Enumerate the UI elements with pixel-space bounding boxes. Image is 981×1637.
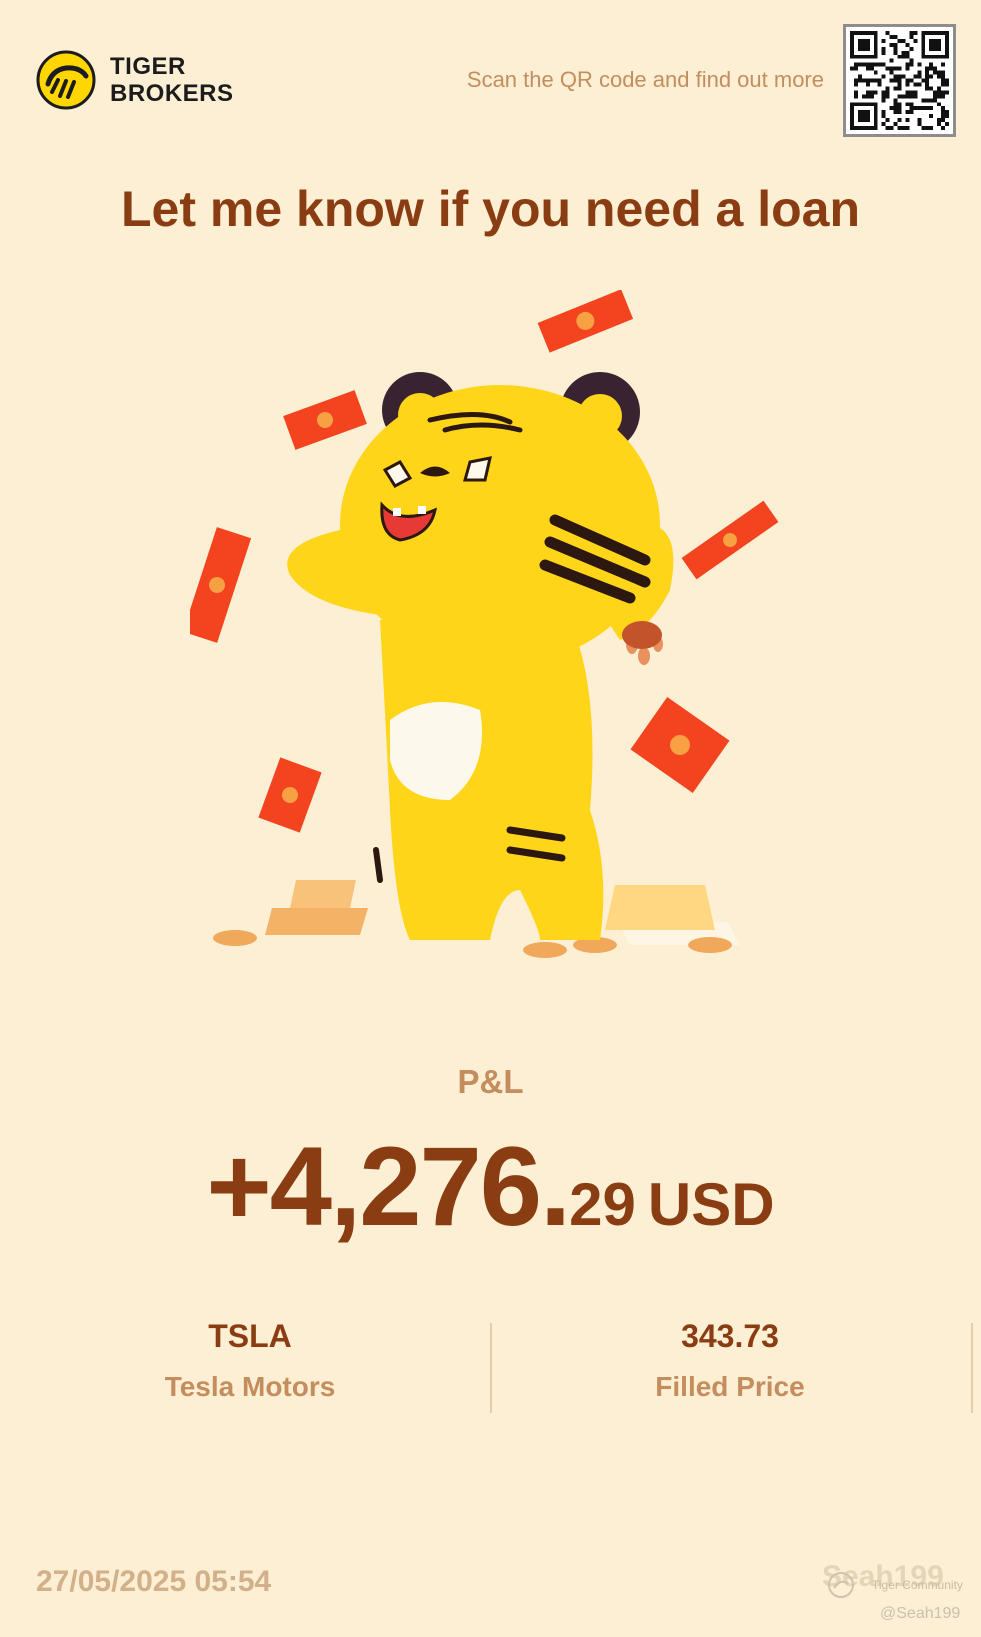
pnl-value-main: +4,276.: [206, 1124, 571, 1249]
ticker-name: Tesla Motors: [164, 1371, 336, 1402]
brand: TIGER BROKERS: [36, 50, 234, 110]
stat-divider: [490, 1323, 492, 1413]
stat-ticker: TSLA Tesla Motors: [100, 1318, 400, 1403]
red-envelope-icon: [258, 757, 322, 833]
red-envelope-icon: [190, 527, 252, 643]
scan-qr-text: Scan the QR code and find out more: [466, 67, 824, 92]
ticker-symbol: TSLA: [208, 1318, 292, 1354]
stat-filled-price: 343.73 Filled Price: [580, 1318, 880, 1403]
stat-divider-edge: [971, 1323, 973, 1413]
filled-price-label: Filled Price: [655, 1371, 805, 1402]
pnl-currency: USD: [647, 1171, 775, 1238]
gold-bars-left: [213, 880, 368, 946]
headline: Let me know if you need a loan: [120, 181, 860, 237]
pnl-value: +4,276.29 USD: [0, 1122, 981, 1251]
brand-line-1: TIGER: [110, 53, 186, 80]
watermark-community: Tiger Community: [872, 1578, 963, 1592]
red-envelope-icon: [283, 390, 367, 450]
qr-code-icon: [843, 24, 956, 137]
pnl-label: P&L: [457, 1063, 524, 1100]
filled-price-value: 343.73: [681, 1318, 779, 1354]
timestamp: 27/05/2025 05:54: [36, 1565, 272, 1598]
brand-line-2: BROKERS: [110, 80, 234, 107]
tiger-mascot: [287, 372, 674, 940]
brand-name: TIGER BROKERS: [110, 53, 234, 107]
tiger-mascot-illustration: [190, 290, 779, 958]
tiger-logo-icon: [36, 50, 96, 110]
watermark-handle: @Seah199: [880, 1605, 961, 1622]
community-logo-icon: [828, 1572, 854, 1598]
red-envelope-icon: [630, 696, 730, 794]
pnl-value-decimal: 29: [569, 1171, 636, 1238]
red-envelope-icon: [537, 290, 634, 353]
red-envelope-icon: [681, 500, 779, 580]
